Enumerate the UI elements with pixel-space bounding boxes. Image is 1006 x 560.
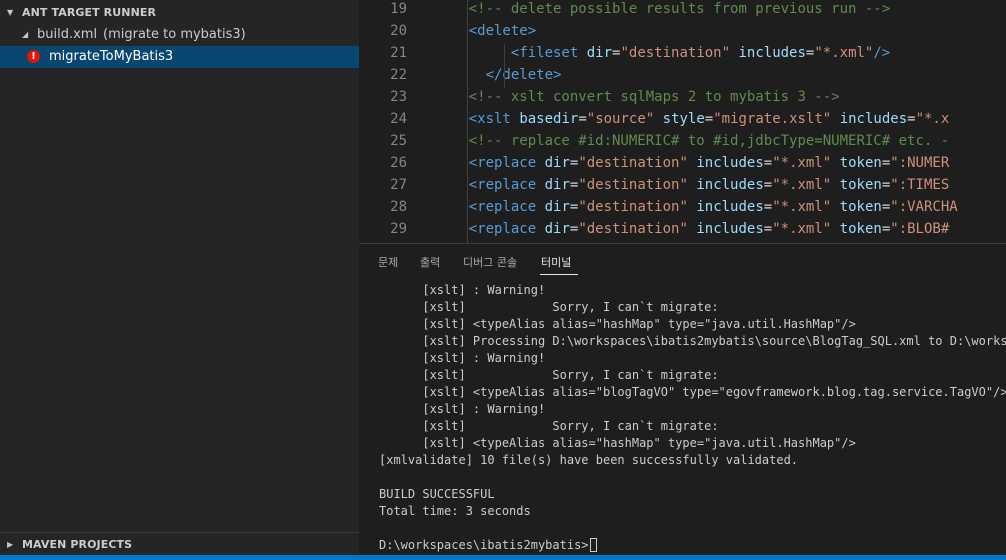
- code-line: 28 <replace dir="destination" includes="…: [359, 196, 1006, 218]
- terminal-line: BUILD SUCCESSFUL: [379, 487, 495, 501]
- code-line: 26 <replace dir="destination" includes="…: [359, 152, 1006, 174]
- code-text: </delete>: [485, 67, 562, 83]
- line-number: 25: [390, 133, 407, 149]
- code-text: <replace dir="destination" includes="*.x…: [468, 177, 950, 193]
- active-tab-indicator: [540, 274, 578, 275]
- line-number: 23: [390, 89, 407, 105]
- terminal-line: [xslt] <typeAlias alias="hashMap" type="…: [379, 317, 856, 331]
- terminal-line: [xslt] Processing D:\workspaces\ibatis2m…: [379, 334, 1006, 348]
- bottom-panel: 문제 출력 디버그 콘솔 터미널 [xslt] : Warning! [xslt…: [359, 243, 1006, 556]
- section-title: MAVEN PROJECTS: [22, 538, 133, 551]
- terminal-line: [xslt] <typeAlias alias="blogTagVO" type…: [379, 385, 1006, 399]
- tab-debug-console[interactable]: 디버그 콘솔: [463, 255, 517, 271]
- section-title: ANT TARGET RUNNER: [22, 6, 157, 19]
- error-icon: !: [27, 50, 40, 63]
- code-line: 24 <xslt basedir="source" style="migrate…: [359, 108, 1006, 130]
- line-number: 26: [390, 155, 407, 171]
- terminal-line: [xmlvalidate] 10 file(s) have been succe…: [379, 453, 799, 467]
- chevron-down-icon: ▼: [7, 8, 14, 17]
- line-number: 28: [390, 199, 407, 215]
- line-number: 24: [390, 111, 407, 127]
- code-text: <!-- xslt convert sqlMaps 2 to mybatis 3…: [468, 89, 840, 105]
- code-editor[interactable]: 19 <!-- delete possible results from pre…: [359, 0, 1006, 243]
- chevron-right-icon: ▶: [7, 540, 14, 549]
- terminal-line: [xslt] : Warning!: [379, 402, 546, 416]
- target-name: migrateToMyBatis3: [49, 49, 174, 64]
- terminal-line: [xslt] : Warning!: [379, 283, 546, 297]
- code-line: 22 </delete>: [359, 64, 1006, 86]
- code-text: <replace dir="destination" includes="*.x…: [468, 221, 950, 237]
- code-text: <delete>: [468, 23, 537, 39]
- line-number: 21: [390, 45, 407, 61]
- terminal-line: D:\workspaces\ibatis2mybatis>: [379, 537, 1006, 554]
- build-file-name: build.xml: [37, 27, 98, 42]
- terminal-cursor: [589, 538, 597, 552]
- code-line: 29 <replace dir="destination" includes="…: [359, 218, 1006, 240]
- code-text: <xslt basedir="source" style="migrate.xs…: [468, 111, 950, 127]
- line-number: 29: [390, 221, 407, 237]
- code-text: <replace dir="destination" includes="*.x…: [468, 199, 958, 215]
- terminal-line: [xslt] Sorry, I can`t migrate:: [379, 368, 719, 382]
- indent-guide: [467, 0, 468, 243]
- code-text: <!-- replace #id:NUMERIC# to #id,jdbcTyp…: [468, 133, 950, 149]
- line-number: 19: [390, 1, 407, 17]
- chevron-expanded-icon: ◢: [22, 30, 29, 39]
- code-line: 23 <!-- xslt convert sqlMaps 2 to mybati…: [359, 86, 1006, 108]
- code-line: 21 <fileset dir="destination" includes="…: [359, 42, 1006, 64]
- code-line: 19 <!-- delete possible results from pre…: [359, 0, 1006, 20]
- line-number: 20: [390, 23, 407, 39]
- tree-item-target[interactable]: ! migrateToMyBatis3: [0, 46, 359, 68]
- code-text: <!-- delete possible results from previo…: [468, 1, 891, 17]
- code-line: 27 <replace dir="destination" includes="…: [359, 174, 1006, 196]
- build-file-description: (migrate to mybatis3): [103, 27, 246, 42]
- terminal-line: [xslt] Sorry, I can`t migrate:: [379, 419, 719, 433]
- code-text: <replace dir="destination" includes="*.x…: [468, 155, 950, 171]
- terminal-line: [xslt] : Warning!: [379, 351, 546, 365]
- terminal-output[interactable]: [xslt] : Warning! [xslt] Sorry, I can`t …: [379, 282, 1006, 554]
- maven-projects-header[interactable]: ▶ MAVEN PROJECTS: [0, 532, 359, 557]
- ant-target-runner-header[interactable]: ▼ ANT TARGET RUNNER: [0, 1, 359, 25]
- indent-guide: [504, 44, 505, 88]
- line-number: 22: [390, 67, 407, 83]
- tab-output[interactable]: 출력: [420, 255, 440, 271]
- terminal-line: [xslt] Sorry, I can`t migrate:: [379, 300, 719, 314]
- terminal-line: [xslt] <typeAlias alias="hashMap" type="…: [379, 436, 856, 450]
- tab-terminal[interactable]: 터미널: [541, 255, 571, 271]
- line-number: 27: [390, 177, 407, 193]
- tab-problems[interactable]: 문제: [378, 255, 398, 271]
- sidebar: ▼ ANT TARGET RUNNER ◢ build.xml (migrate…: [0, 0, 359, 555]
- code-line: 25 <!-- replace #id:NUMERIC# to #id,jdbc…: [359, 130, 1006, 152]
- code-line: 20 <delete>: [359, 20, 1006, 42]
- tree-item-build-xml[interactable]: ◢ build.xml (migrate to mybatis3): [0, 24, 359, 46]
- status-bar: [0, 555, 1006, 560]
- terminal-line: Total time: 3 seconds: [379, 504, 531, 518]
